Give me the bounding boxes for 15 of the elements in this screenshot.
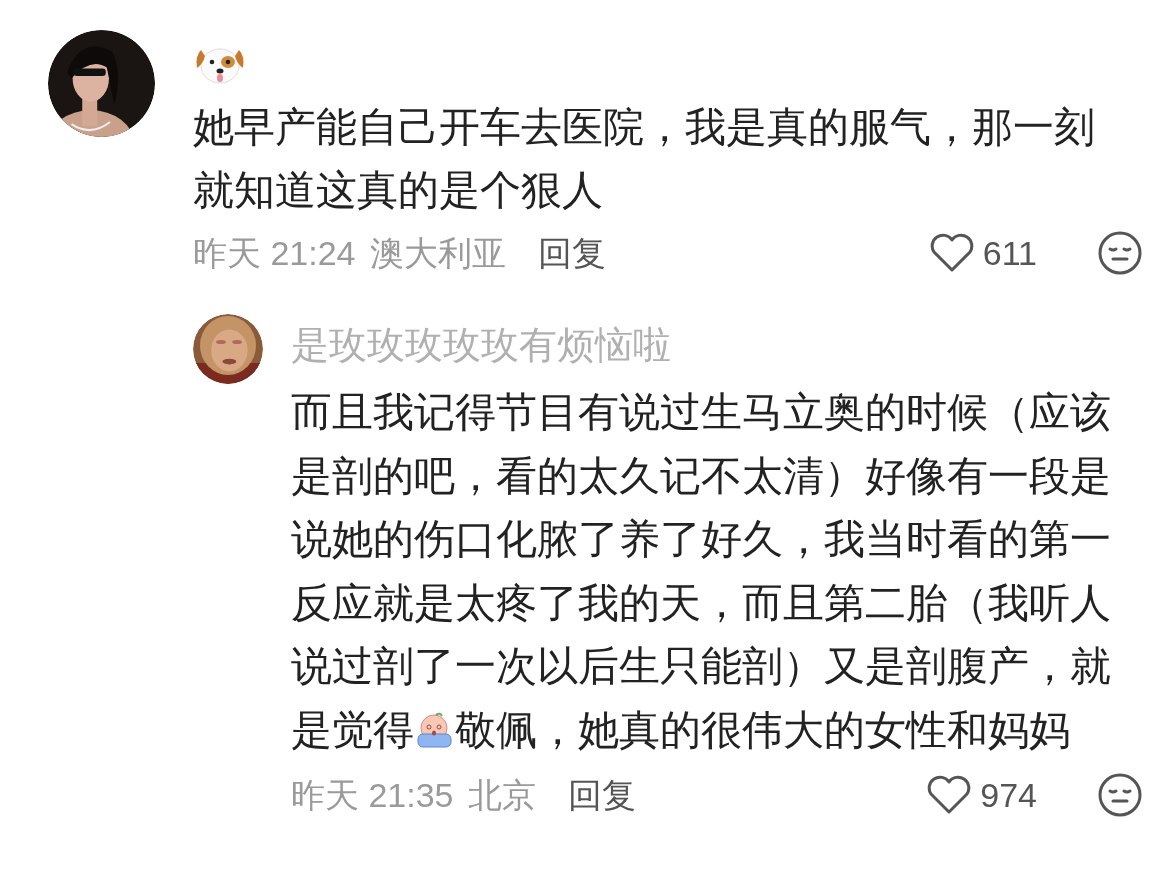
reply-link[interactable]: 回复	[537, 231, 606, 275]
like-count: 974	[980, 775, 1037, 816]
heart-icon[interactable]	[926, 775, 973, 815]
location: 北京	[467, 775, 536, 816]
reply-link[interactable]: 回复	[567, 773, 636, 817]
heart-icon[interactable]	[928, 233, 975, 273]
reply-text: 而且我记得节目有说过生马立奥的时候（应该是剖的吧，看的太久记不太清）好像有一段是说她的伤口化脓了养了好久，我当时看的第一反应就是太疼了我的天，而且第二胎（我听人说过剖了一次以后生只能剖）又是剖腹产，就是觉得 敬佩，她真的很伟大的女性和妈妈	[291, 388, 1112, 755]
comment-text: 她早产能自己开车去医院，我是真的服气，那一刻就知道这真的是个狠人	[193, 103, 1096, 215]
timestamp: 昨天 21:24	[193, 233, 356, 274]
face-icon[interactable]	[1097, 772, 1143, 818]
location: 澳大利亚	[369, 233, 506, 274]
like-count: 611	[982, 233, 1037, 274]
timestamp: 昨天 21:35	[291, 775, 454, 816]
crying-emoji-icon	[414, 711, 455, 748]
face-icon[interactable]	[1097, 230, 1143, 276]
